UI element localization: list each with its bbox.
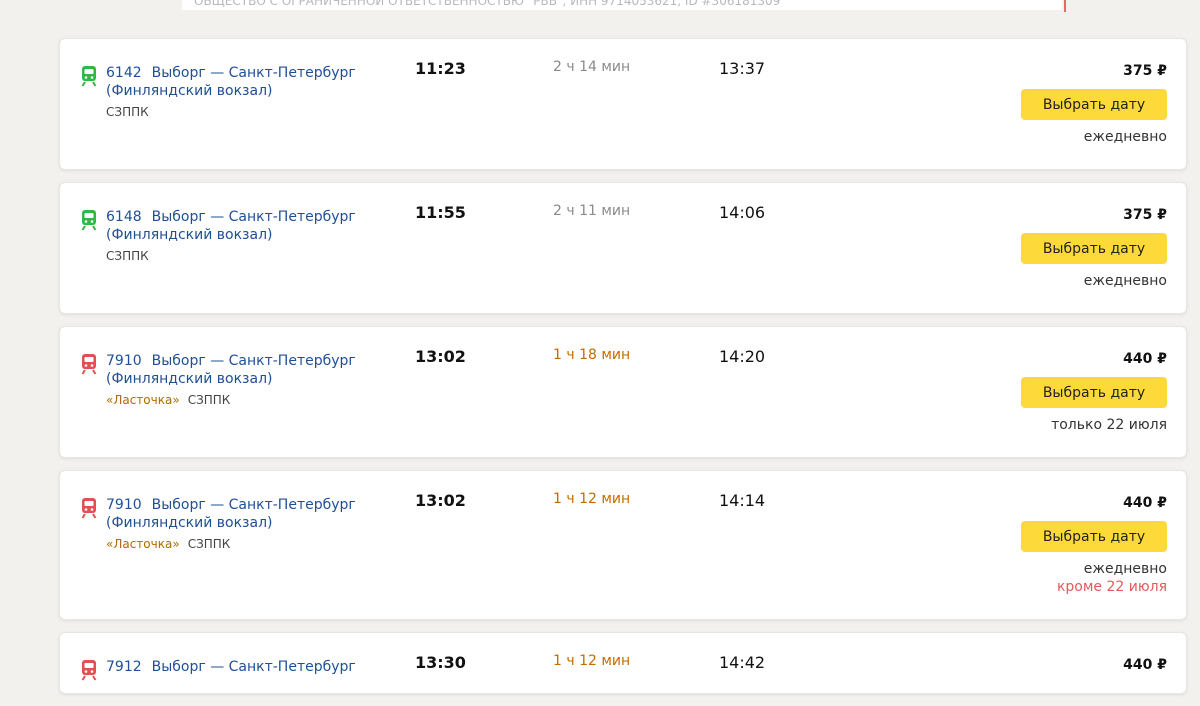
carrier-line: «Ласточка» СЗППК [106, 393, 230, 407]
departure-time: 13:02 [415, 491, 466, 510]
schedule-text: ежедневно [1083, 561, 1167, 577]
train-number[interactable]: 6148 [106, 209, 142, 225]
travel-duration: 2 ч 14 мин [553, 59, 631, 75]
carrier-line: «Ласточка» СЗППК [106, 537, 230, 551]
schedule-text: ежедневно [1083, 129, 1167, 145]
arrival-time: 14:42 [719, 653, 766, 672]
train-card: 7912 Выборг — Санкт-Петербург 13:30 1 ч 12 … [59, 632, 1187, 694]
schedule-exception: кроме 22 июля [1056, 579, 1167, 595]
train-title-link[interactable]: 7912 Выборг — Санкт-Петербург [106, 658, 366, 676]
schedule-text: только 22 июля [1051, 417, 1167, 433]
red-train-icon [80, 353, 98, 375]
org-info-strip: ОБЩЕСТВО С ОГРАНИЧЕННОЙ ОТВЕТСТВЕННОСТЬЮ… [182, 0, 1062, 10]
travel-duration: 1 ч 18 мин [553, 347, 631, 363]
org-info-text: ОБЩЕСТВО С ОГРАНИЧЕННОЙ ОТВЕТСТВЕННОСТЬЮ… [194, 0, 781, 8]
carrier-name: СЗППК [106, 249, 149, 263]
ticket-price: 440 ₽ [1123, 351, 1167, 367]
train-card: 6148 Выборг — Санкт-Петербург (Финляндски… [59, 182, 1187, 314]
ticket-price: 440 ₽ [1123, 495, 1167, 511]
train-number[interactable]: 7912 [106, 659, 142, 675]
carrier-line: СЗППК [106, 249, 149, 263]
train-number[interactable]: 7910 [106, 353, 142, 369]
train-card: 7910 Выборг — Санкт-Петербург (Финляндски… [59, 326, 1187, 458]
green-train-icon [80, 209, 98, 231]
ticket-price: 375 ₽ [1123, 207, 1167, 223]
departure-time: 11:55 [415, 203, 466, 222]
travel-duration: 1 ч 12 мин [553, 653, 631, 669]
train-route[interactable]: Выборг — Санкт-Петербург (Финляндский во… [106, 353, 356, 387]
ticket-price: 440 ₽ [1123, 657, 1167, 673]
carrier-name: СЗППК [106, 105, 149, 119]
travel-duration: 2 ч 11 мин [553, 203, 631, 219]
ticket-price: 375 ₽ [1123, 63, 1167, 79]
train-title-link[interactable]: 6142 Выборг — Санкт-Петербург (Финляндски… [106, 64, 366, 100]
train-card: 7910 Выборг — Санкт-Петербург (Финляндски… [59, 470, 1187, 620]
divider-line [1064, 0, 1066, 12]
arrival-time: 14:14 [719, 491, 766, 510]
choose-date-button[interactable]: Выбрать дату [1021, 233, 1167, 264]
train-number[interactable]: 6142 [106, 65, 142, 81]
choose-date-button[interactable]: Выбрать дату [1021, 521, 1167, 552]
choose-date-button[interactable]: Выбрать дату [1021, 377, 1167, 408]
green-train-icon [80, 65, 98, 87]
travel-duration: 1 ч 12 мин [553, 491, 631, 507]
train-brand: «Ласточка» [106, 393, 180, 407]
red-train-icon [80, 497, 98, 519]
departure-time: 13:30 [415, 653, 466, 672]
departure-time: 11:23 [415, 59, 466, 78]
schedule-text: ежедневно [1083, 273, 1167, 289]
red-train-icon [80, 659, 98, 681]
arrival-time: 14:20 [719, 347, 766, 366]
train-number[interactable]: 7910 [106, 497, 142, 513]
train-list: 6142 Выборг — Санкт-Петербург (Финляндски… [59, 38, 1187, 706]
train-card: 6142 Выборг — Санкт-Петербург (Финляндски… [59, 38, 1187, 170]
carrier-name: СЗППК [187, 393, 231, 407]
train-title-link[interactable]: 7910 Выборг — Санкт-Петербург (Финляндски… [106, 352, 366, 388]
choose-date-button[interactable]: Выбрать дату [1021, 89, 1167, 120]
departure-time: 13:02 [415, 347, 466, 366]
train-route[interactable]: Выборг — Санкт-Петербург (Финляндский во… [106, 497, 356, 531]
arrival-time: 13:37 [719, 59, 766, 78]
carrier-name: СЗППК [187, 537, 231, 551]
train-brand: «Ласточка» [106, 537, 180, 551]
train-route[interactable]: Выборг — Санкт-Петербург (Финляндский во… [106, 65, 356, 99]
carrier-line: СЗППК [106, 105, 149, 119]
train-title-link[interactable]: 6148 Выборг — Санкт-Петербург (Финляндски… [106, 208, 366, 244]
train-title-link[interactable]: 7910 Выборг — Санкт-Петербург (Финляндски… [106, 496, 366, 532]
train-route[interactable]: Выборг — Санкт-Петербург [152, 659, 356, 675]
arrival-time: 14:06 [719, 203, 766, 222]
train-route[interactable]: Выборг — Санкт-Петербург (Финляндский во… [106, 209, 356, 243]
